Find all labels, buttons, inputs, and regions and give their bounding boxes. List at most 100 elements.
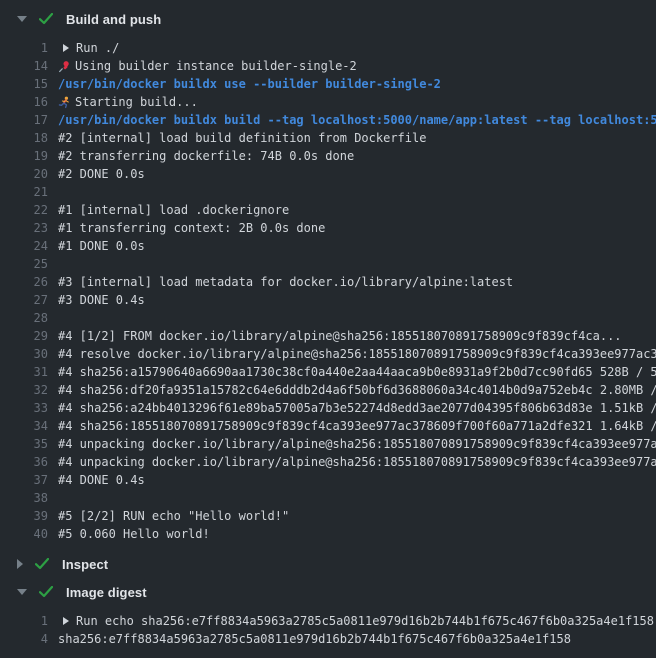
log-line: 21 — [0, 183, 656, 201]
line-number[interactable]: 28 — [0, 311, 48, 325]
line-text: /usr/bin/docker buildx use --builder bui… — [58, 75, 656, 93]
log-line: 28 — [0, 309, 656, 327]
line-number[interactable]: 22 — [0, 203, 48, 217]
section-log: 1 Run echo sha256:e7ff8834a5963a2785c5a0… — [0, 612, 656, 648]
check-icon — [35, 558, 49, 570]
log-line: 34 #4 sha256:185518070891758909c9f839cf4… — [0, 417, 656, 435]
line-text: #2 DONE 0.0s — [58, 165, 656, 183]
line-text: #4 [1/2] FROM docker.io/library/alpine@s… — [58, 327, 656, 345]
line-text: Run echo sha256:e7ff8834a5963a2785c5a081… — [76, 612, 656, 630]
line-number[interactable]: 1 — [0, 614, 48, 628]
log-line: 39 #5 [2/2] RUN echo "Hello world!" — [0, 507, 656, 525]
line-number[interactable]: 40 — [0, 527, 48, 541]
log-line: 36 #4 unpacking docker.io/library/alpine… — [0, 453, 656, 471]
runner-icon — [57, 95, 71, 109]
section-title: Image digest — [66, 585, 147, 600]
line-text: #4 sha256:185518070891758909c9f839cf4ca3… — [58, 417, 656, 435]
log-line: 24 #1 DONE 0.0s — [0, 237, 656, 255]
section-header[interactable]: Build and push — [0, 9, 656, 29]
log-line: 27 #3 DONE 0.4s — [0, 291, 656, 309]
line-text: #1 transferring context: 2B 0.0s done — [58, 219, 656, 237]
expand-run-icon[interactable] — [63, 617, 69, 625]
section-title: Build and push — [66, 12, 161, 27]
line-number[interactable]: 34 — [0, 419, 48, 433]
line-number[interactable]: 15 — [0, 77, 48, 91]
line-number[interactable]: 18 — [0, 131, 48, 145]
collapse-section-icon[interactable] — [17, 16, 27, 22]
line-number[interactable]: 26 — [0, 275, 48, 289]
pushpin-icon — [57, 59, 71, 73]
line-text: #3 [internal] load metadata for docker.i… — [58, 273, 656, 291]
line-number[interactable]: 30 — [0, 347, 48, 361]
line-number[interactable]: 32 — [0, 383, 48, 397]
log-section: Inspect — [0, 554, 656, 574]
log-line: 18 #2 [internal] load build definition f… — [0, 129, 656, 147]
line-text: #4 unpacking docker.io/library/alpine@sh… — [58, 435, 656, 453]
line-number[interactable]: 1 — [0, 41, 48, 55]
expand-section-icon[interactable] — [17, 559, 23, 569]
check-icon — [39, 586, 53, 598]
line-text: #4 sha256:a24bb4013296f61e89ba57005a7b3e… — [58, 399, 656, 417]
log-line: 26 #3 [internal] load metadata for docke… — [0, 273, 656, 291]
line-number[interactable]: 36 — [0, 455, 48, 469]
line-number[interactable]: 29 — [0, 329, 48, 343]
line-number[interactable]: 16 — [0, 95, 48, 109]
line-text: #5 0.060 Hello world! — [58, 525, 656, 543]
line-text: #1 DONE 0.0s — [58, 237, 656, 255]
line-number[interactable]: 35 — [0, 437, 48, 451]
line-text: /usr/bin/docker buildx build --tag local… — [58, 111, 656, 129]
line-text: Starting build... — [75, 93, 656, 111]
log-line: 1 Run ./ — [0, 39, 656, 57]
line-number[interactable]: 19 — [0, 149, 48, 163]
line-text: #3 DONE 0.4s — [58, 291, 656, 309]
collapse-section-icon[interactable] — [17, 589, 27, 595]
line-number[interactable]: 17 — [0, 113, 48, 127]
line-number[interactable]: 24 — [0, 239, 48, 253]
log-line: 29 #4 [1/2] FROM docker.io/library/alpin… — [0, 327, 656, 345]
log-line: 35 #4 unpacking docker.io/library/alpine… — [0, 435, 656, 453]
log-line: 1 Run echo sha256:e7ff8834a5963a2785c5a0… — [0, 612, 656, 630]
log-line: 31 #4 sha256:a15790640a6690aa1730c38cf0a… — [0, 363, 656, 381]
line-text: Using builder instance builder-single-2 — [75, 57, 656, 75]
log-line: 15 /usr/bin/docker buildx use --builder … — [0, 75, 656, 93]
log-line: 16 Starting build... — [0, 93, 656, 111]
line-number[interactable]: 23 — [0, 221, 48, 235]
log-line: 37 #4 DONE 0.4s — [0, 471, 656, 489]
log-section: Image digest 1 Run echo sha256:e7ff8834a… — [0, 582, 656, 648]
section-title: Inspect — [62, 557, 108, 572]
line-text: #5 [2/2] RUN echo "Hello world!" — [58, 507, 656, 525]
line-text: #4 unpacking docker.io/library/alpine@sh… — [58, 453, 656, 471]
line-number[interactable]: 25 — [0, 257, 48, 271]
line-number[interactable]: 21 — [0, 185, 48, 199]
log-line: 14 Using builder instance builder-single… — [0, 57, 656, 75]
line-text: #4 resolve docker.io/library/alpine@sha2… — [58, 345, 656, 363]
line-number[interactable]: 27 — [0, 293, 48, 307]
log-line: 32 #4 sha256:df20fa9351a15782c64e6dddb2d… — [0, 381, 656, 399]
log-line: 33 #4 sha256:a24bb4013296f61e89ba57005a7… — [0, 399, 656, 417]
section-log: 1 Run ./ 14 Using builder instance build… — [0, 39, 656, 543]
line-number[interactable]: 20 — [0, 167, 48, 181]
log-line: 23 #1 transferring context: 2B 0.0s done — [0, 219, 656, 237]
log-line: 22 #1 [internal] load .dockerignore — [0, 201, 656, 219]
line-number[interactable]: 4 — [0, 632, 48, 646]
log-line: 25 — [0, 255, 656, 273]
line-text: #2 transferring dockerfile: 74B 0.0s don… — [58, 147, 656, 165]
workflow-log-viewer: Build and push 1 Run ./ 14 Using builder… — [0, 0, 656, 658]
line-number[interactable]: 14 — [0, 59, 48, 73]
line-number[interactable]: 38 — [0, 491, 48, 505]
log-line: 38 — [0, 489, 656, 507]
log-line: 4 sha256:e7ff8834a5963a2785c5a0811e979d1… — [0, 630, 656, 648]
line-number[interactable]: 33 — [0, 401, 48, 415]
line-number[interactable]: 31 — [0, 365, 48, 379]
line-text: #1 [internal] load .dockerignore — [58, 201, 656, 219]
line-text: sha256:e7ff8834a5963a2785c5a0811e979d16b… — [58, 630, 656, 648]
check-icon — [39, 13, 53, 25]
line-text: Run ./ — [76, 39, 656, 57]
log-line: 30 #4 resolve docker.io/library/alpine@s… — [0, 345, 656, 363]
section-header[interactable]: Inspect — [0, 554, 656, 574]
line-text: #2 [internal] load build definition from… — [58, 129, 656, 147]
expand-run-icon[interactable] — [63, 44, 69, 52]
line-number[interactable]: 37 — [0, 473, 48, 487]
line-number[interactable]: 39 — [0, 509, 48, 523]
section-header[interactable]: Image digest — [0, 582, 656, 602]
